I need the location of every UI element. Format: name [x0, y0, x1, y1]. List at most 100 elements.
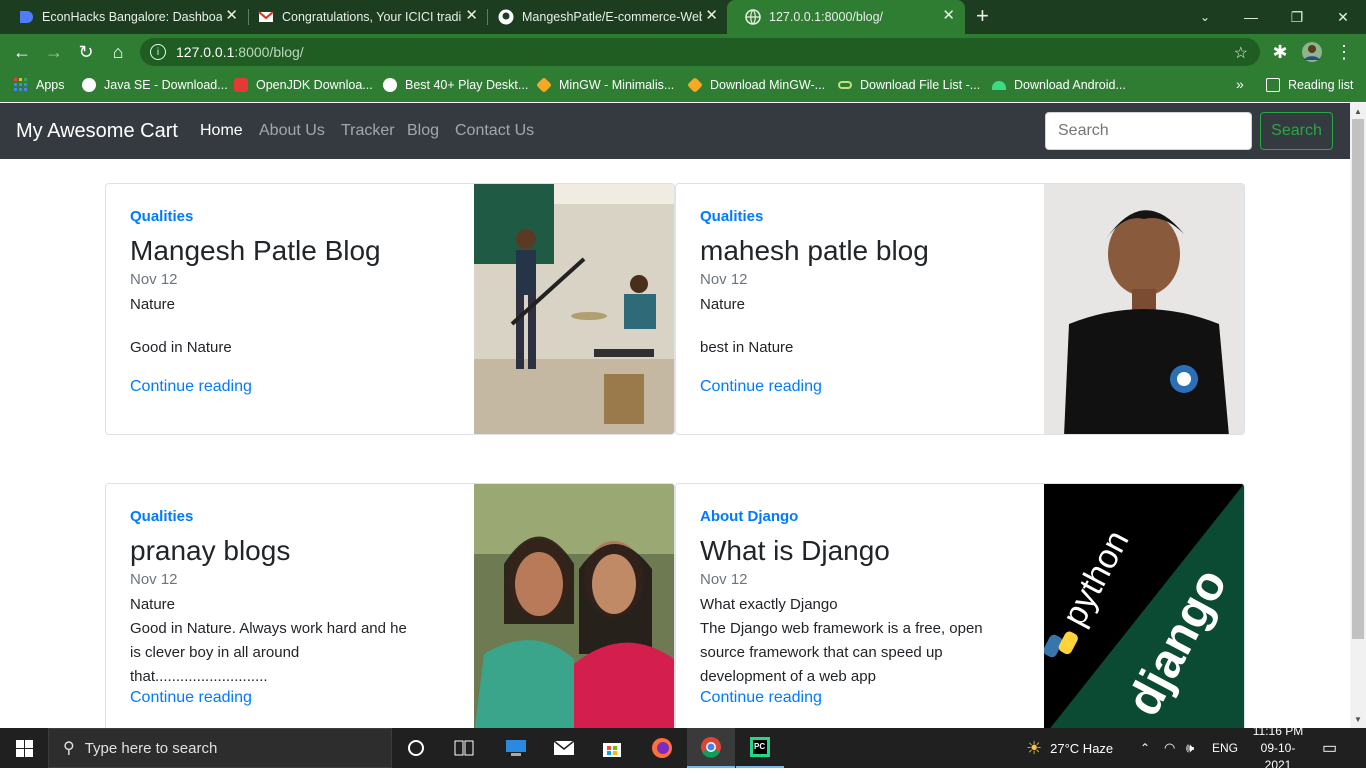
post-category: Qualities — [130, 508, 194, 525]
restore-icon[interactable]: ❐ — [1274, 0, 1320, 34]
close-tab-icon[interactable]: ✕ — [942, 8, 955, 24]
computer-app-icon[interactable] — [492, 728, 540, 768]
browser-menu-icon[interactable]: ⋮ — [1332, 40, 1356, 64]
reading-list-button[interactable]: Reading list — [1266, 78, 1353, 92]
bookmark-label: Download MinGW-... — [710, 78, 826, 92]
post-excerpt: best in Nature — [700, 339, 794, 356]
nav-link-about[interactable]: About Us — [259, 122, 325, 140]
brand-logo[interactable]: My Awesome Cart — [16, 120, 178, 143]
econhacks-favicon-icon — [18, 9, 34, 25]
blog-content: Qualities Mangesh Patle Blog Nov 12 Natu… — [0, 159, 1350, 728]
reload-icon[interactable]: ↻ — [74, 40, 98, 64]
home-icon[interactable]: ⌂ — [106, 40, 130, 64]
url-host: 127.0.0.1 — [176, 44, 235, 60]
address-bar[interactable]: i 127.0.0.1:8000/blog/ ☆ — [140, 38, 1260, 66]
bookmark-item[interactable]: Java SE - Download... — [82, 78, 228, 92]
volume-icon[interactable]: 🕪 — [1186, 728, 1194, 768]
site-info-icon[interactable]: i — [150, 44, 166, 60]
page-scrollbar[interactable]: ▲ ▼ — [1350, 103, 1366, 728]
notifications-icon[interactable]: ▭ — [1322, 728, 1337, 768]
search-icon: ⚲ — [63, 740, 75, 757]
post-thumbnail-image[interactable]: python django — [1044, 484, 1244, 728]
nav-link-blog[interactable]: Blog — [407, 122, 439, 140]
weather-widget[interactable]: ☀ 27°C Haze — [1026, 728, 1113, 768]
bookmark-label: OpenJDK Downloa... — [256, 78, 373, 92]
extensions-puzzle-icon[interactable]: ✱ — [1268, 40, 1292, 64]
reading-list-icon — [1266, 78, 1280, 92]
bookmark-star-icon[interactable]: ☆ — [1234, 43, 1248, 63]
nav-link-home[interactable]: Home — [200, 122, 243, 140]
scroll-down-icon[interactable]: ▼ — [1354, 715, 1362, 724]
forward-arrow-icon[interactable]: → — [42, 40, 66, 64]
more-bookmarks-icon[interactable]: » — [1236, 76, 1244, 92]
bookmark-item[interactable]: Download File List -... — [838, 78, 980, 92]
new-tab-plus-icon[interactable]: + — [976, 5, 989, 27]
windows-start-icon[interactable] — [0, 728, 48, 768]
close-tab-icon[interactable]: ✕ — [225, 8, 238, 24]
post-thumbnail-image[interactable] — [1044, 184, 1244, 434]
show-hidden-icons-icon[interactable]: ⌃ — [1140, 728, 1150, 768]
link-icon — [838, 81, 852, 89]
browser-tab[interactable]: MangeshPatle/E-commerce-Web ✕ — [480, 0, 728, 34]
post-category: Qualities — [700, 208, 764, 225]
bookmark-label: Download File List -... — [860, 78, 981, 92]
browser-tab-strip: EconHacks Bangalore: Dashboard ✕ Congrat… — [0, 0, 1366, 34]
mail-icon[interactable] — [540, 728, 588, 768]
search-button[interactable]: Search — [1260, 112, 1333, 150]
minimize-icon[interactable]: — — [1228, 0, 1274, 34]
post-thumbnail-image[interactable] — [474, 484, 674, 728]
continue-reading-link[interactable]: Continue reading — [130, 689, 430, 707]
windows-taskbar: ⚲ Type here to search PC ☀ 27°C Haze ⌃ ◠… — [0, 724, 1366, 772]
bookmark-apps[interactable]: Apps — [14, 78, 65, 92]
nav-link-contact[interactable]: Contact Us — [455, 122, 534, 140]
tab-title: 127.0.0.1:8000/blog/ — [769, 10, 883, 24]
browser-tab[interactable]: Congratulations, Your ICICI trading ✕ — [240, 0, 488, 34]
post-excerpt: The Django web framework is a free, open… — [700, 620, 983, 685]
close-tab-icon[interactable]: ✕ — [705, 8, 718, 24]
globe-icon — [745, 9, 761, 25]
openjdk-icon — [234, 78, 248, 92]
scrollbar-thumb[interactable] — [1352, 119, 1364, 639]
task-view-icon[interactable] — [440, 728, 488, 768]
continue-reading-link[interactable]: Continue reading — [700, 689, 1000, 707]
tab-search-chevron-icon[interactable]: ⌄ — [1182, 0, 1228, 34]
bookmark-item[interactable]: Download MinGW-... — [687, 77, 826, 93]
close-window-icon[interactable]: ✕ — [1320, 0, 1366, 34]
svg-text:PC: PC — [754, 742, 765, 751]
bookmark-item[interactable]: Download Android... — [992, 78, 1126, 92]
cortana-icon[interactable] — [392, 728, 440, 768]
gmail-favicon-icon — [258, 9, 274, 25]
bookmark-item[interactable]: OpenJDK Downloa... — [234, 78, 373, 92]
taskbar-search-box[interactable]: ⚲ Type here to search — [48, 728, 392, 768]
store-icon[interactable] — [588, 728, 636, 768]
browser-tab-active[interactable]: 127.0.0.1:8000/blog/ ✕ — [727, 0, 965, 34]
post-excerpt: Good in Nature. Always work hard and he … — [130, 620, 407, 685]
clock[interactable]: 11:16 PM 09-10-2021 — [1248, 724, 1308, 772]
post-subtitle: Nature — [130, 596, 176, 613]
github-favicon-icon — [498, 9, 514, 25]
post-title: mahesh patle blog — [700, 235, 929, 266]
continue-reading-link[interactable]: Continue reading — [130, 378, 430, 396]
profile-avatar[interactable] — [1300, 40, 1324, 64]
firefox-icon[interactable] — [638, 728, 686, 768]
site-navbar: My Awesome Cart Home About Us Tracker Bl… — [0, 103, 1350, 159]
bookmark-item[interactable]: Best 40+ Play Deskt... — [383, 78, 528, 92]
post-date: Nov 12 — [130, 271, 178, 288]
post-thumbnail-image[interactable] — [474, 184, 674, 434]
chrome-icon[interactable] — [687, 728, 735, 768]
post-category: Qualities — [130, 208, 194, 225]
tab-title: EconHacks Bangalore: Dashboard — [42, 10, 222, 24]
language-indicator[interactable]: ENG — [1212, 728, 1238, 768]
back-arrow-icon[interactable]: ← — [10, 40, 34, 64]
close-tab-icon[interactable]: ✕ — [465, 8, 478, 24]
continue-reading-link[interactable]: Continue reading — [700, 378, 1000, 396]
nav-link-tracker[interactable]: Tracker — [341, 122, 395, 140]
blog-card: About Django What is Django Nov 12 What … — [675, 483, 1245, 728]
scroll-up-icon[interactable]: ▲ — [1354, 107, 1362, 116]
bookmark-item[interactable]: MinGW - Minimalis... — [536, 77, 674, 93]
post-date: Nov 12 — [700, 271, 748, 288]
search-input[interactable] — [1045, 112, 1252, 150]
pycharm-icon[interactable]: PC — [736, 728, 784, 768]
network-wifi-icon[interactable]: ◠ — [1164, 728, 1175, 768]
browser-tab[interactable]: EconHacks Bangalore: Dashboard ✕ — [0, 0, 248, 34]
